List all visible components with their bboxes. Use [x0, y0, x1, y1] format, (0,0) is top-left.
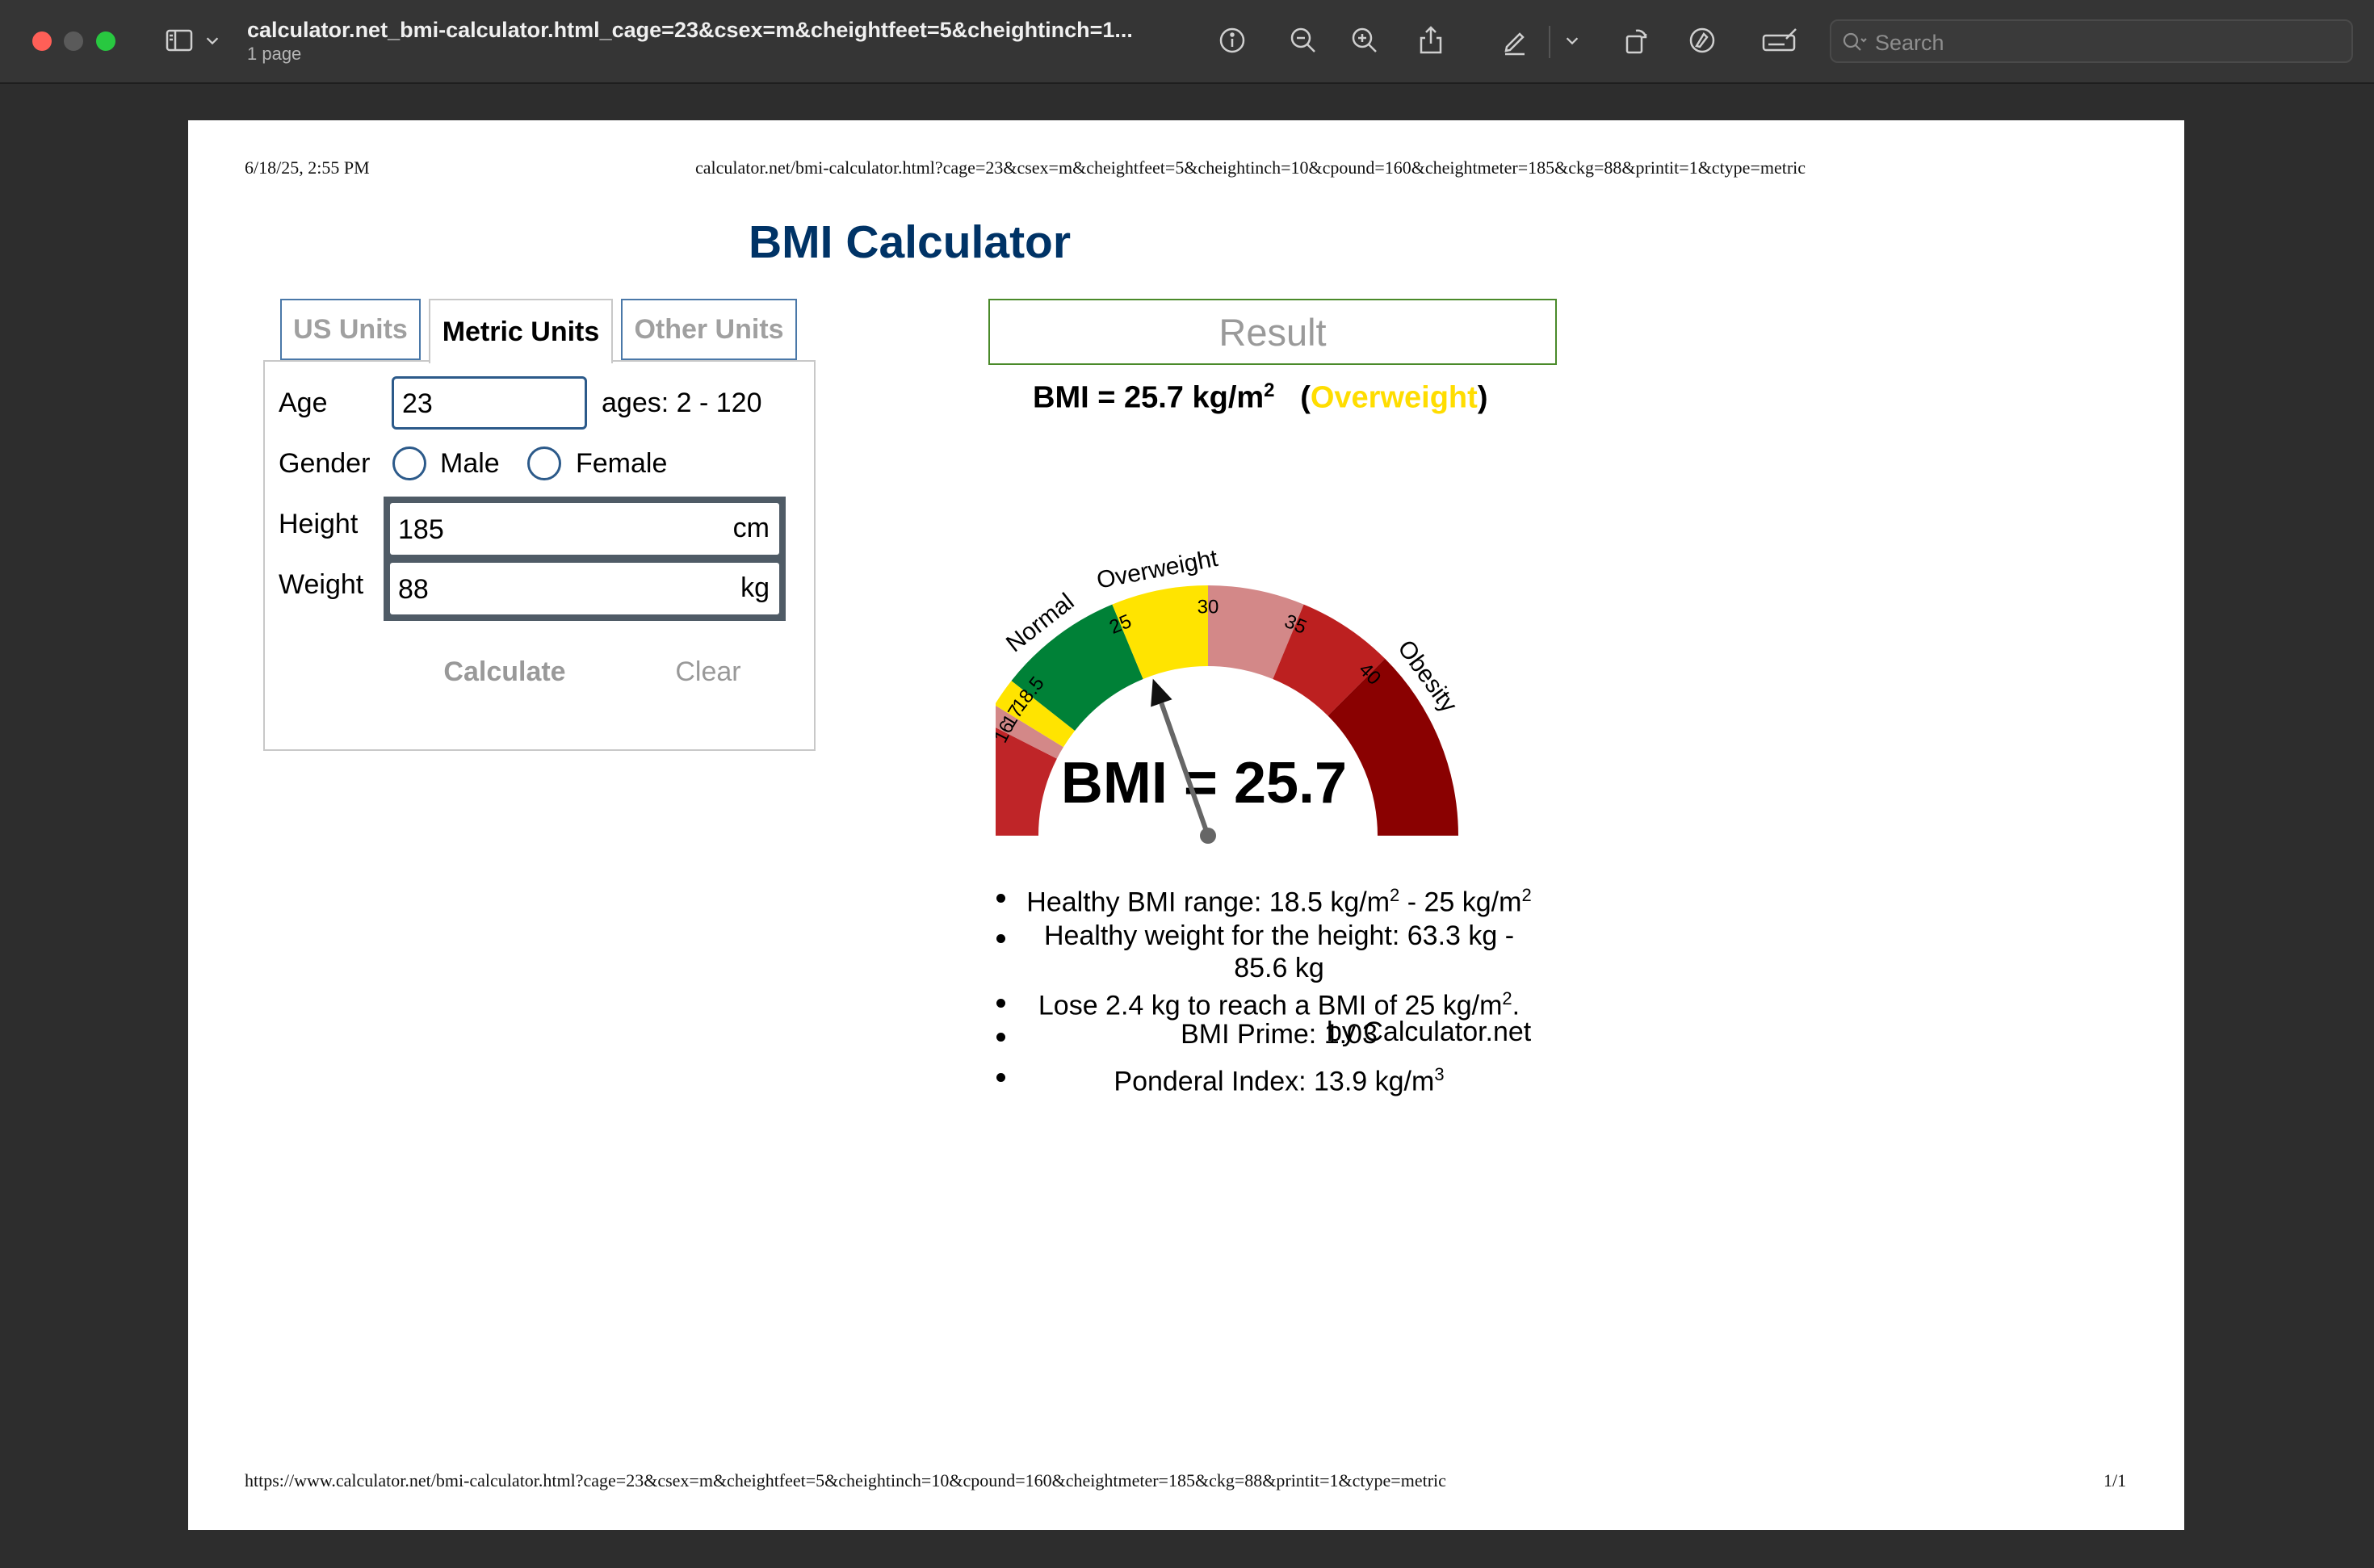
weight-to-lose-exponent: 2: [1502, 988, 1512, 1008]
healthy-bmi-range-start-exponent: 2: [1390, 885, 1400, 905]
print-footer-url: https://www.calculator.net/bmi-calculato…: [245, 1470, 1446, 1490]
height-input[interactable]: [396, 511, 690, 548]
result-heading: Result: [988, 299, 1557, 365]
gauge-needle-tip: [1151, 678, 1172, 707]
bmi-open-paren: (: [1274, 380, 1311, 415]
gender-male-label[interactable]: Male: [440, 448, 500, 480]
print-header-url: calculator.net/bmi-calculator.html?cage=…: [695, 157, 1806, 178]
height-field[interactable]: cm: [384, 497, 786, 561]
zoom-in-icon[interactable]: [1344, 19, 1386, 61]
calculate-button[interactable]: Calculate: [416, 652, 594, 692]
weight-unit: kg: [740, 572, 770, 603]
bmi-gauge: 161718.525303540UnderweightNormalOverwei…: [996, 545, 1462, 844]
byline: by Calculator.net: [1327, 1017, 1532, 1047]
ponderal-index-exponent: 3: [1434, 1064, 1445, 1084]
document-page-count: 1 page: [247, 44, 302, 64]
tab-metric-units[interactable]: Metric Units: [429, 299, 613, 363]
gender-label: Gender: [279, 448, 371, 479]
chevron-down-icon[interactable]: [200, 19, 224, 61]
rotate-icon[interactable]: [1615, 19, 1657, 61]
gender-female-radio[interactable]: [527, 447, 561, 480]
chevron-down-icon[interactable]: [1560, 19, 1584, 61]
zoom-window-button[interactable]: [96, 31, 115, 51]
weight-field[interactable]: kg: [384, 556, 786, 621]
healthy-bmi-range-end: - 25 kg/m: [1399, 887, 1522, 918]
window-toolbar: calculator.net_bmi-calculator.html_cage=…: [0, 0, 2374, 84]
document-title: calculator.net_bmi-calculator.html_cage=…: [247, 18, 1133, 42]
healthy-bmi-range-end-exponent: 2: [1521, 885, 1532, 905]
bmi-classification: Overweight: [1310, 380, 1478, 415]
list-bullet: [996, 934, 1005, 943]
age-label: Age: [279, 388, 328, 418]
tab-other-units[interactable]: Other Units: [621, 299, 797, 360]
gauge-tick-label: 30: [1197, 596, 1219, 618]
search-field[interactable]: [1830, 19, 2353, 63]
gauge-needle-pivot: [1200, 828, 1216, 844]
info-icon[interactable]: [1211, 19, 1253, 61]
toolbar-separator: [1549, 26, 1550, 58]
height-label: Height: [279, 509, 359, 539]
ponderal-index-text: Ponderal Index: 13.9 kg/m: [1114, 1066, 1435, 1097]
gender-female-label[interactable]: Female: [576, 448, 667, 480]
clear-button[interactable]: Clear: [644, 652, 773, 692]
gender-male-radio[interactable]: [392, 447, 426, 480]
healthy-bmi-range-start: Healthy BMI range: 18.5 kg/m: [1026, 887, 1390, 918]
close-window-button[interactable]: [32, 31, 52, 51]
healthy-weight: Healthy weight for the height: 63.3 kg -…: [1043, 920, 1515, 983]
print-footer-page-number: 1/1: [2103, 1470, 2127, 1490]
markup-pen-icon[interactable]: [1494, 19, 1536, 61]
zoom-out-icon[interactable]: [1282, 19, 1324, 61]
gauge-value-text: BMI = 25.7: [1061, 751, 1347, 815]
height-unit: cm: [732, 513, 770, 543]
tab-us-units[interactable]: US Units: [280, 299, 421, 360]
print-header-date: 6/18/25, 2:55 PM: [245, 157, 370, 178]
page-title: BMI Calculator: [749, 216, 1072, 268]
sidebar-toggle-icon[interactable]: [158, 19, 200, 61]
age-range-hint: ages: 2 - 120: [602, 388, 762, 418]
minimize-window-button[interactable]: [64, 31, 83, 51]
age-field[interactable]: [392, 376, 587, 430]
bmi-result-value: BMI = 25.7 kg/m: [1033, 380, 1265, 415]
search-icon: [1843, 32, 1867, 51]
bmi-close-paren: ): [1477, 380, 1488, 415]
ponderal-index: Ponderal Index: 13.9 kg/m3: [988, 1059, 1570, 1097]
weight-label: Weight: [279, 569, 364, 600]
healthy-bmi-range: Healthy BMI range: 18.5 kg/m2 - 25 kg/m2: [988, 879, 1570, 918]
search-input[interactable]: [1873, 26, 2329, 60]
annotate-icon[interactable]: [1681, 19, 1723, 61]
signature-icon[interactable]: [1757, 19, 1802, 61]
age-input[interactable]: [401, 387, 581, 421]
bmi-result-line: BMI = 25.7 kg/m2 (Overweight): [1033, 379, 1487, 416]
document-page: 6/18/25, 2:55 PM calculator.net/bmi-calc…: [188, 120, 2184, 1530]
bmi-result-unit-exponent: 2: [1264, 379, 1275, 401]
weight-input[interactable]: [396, 571, 690, 608]
share-icon[interactable]: [1410, 19, 1452, 61]
